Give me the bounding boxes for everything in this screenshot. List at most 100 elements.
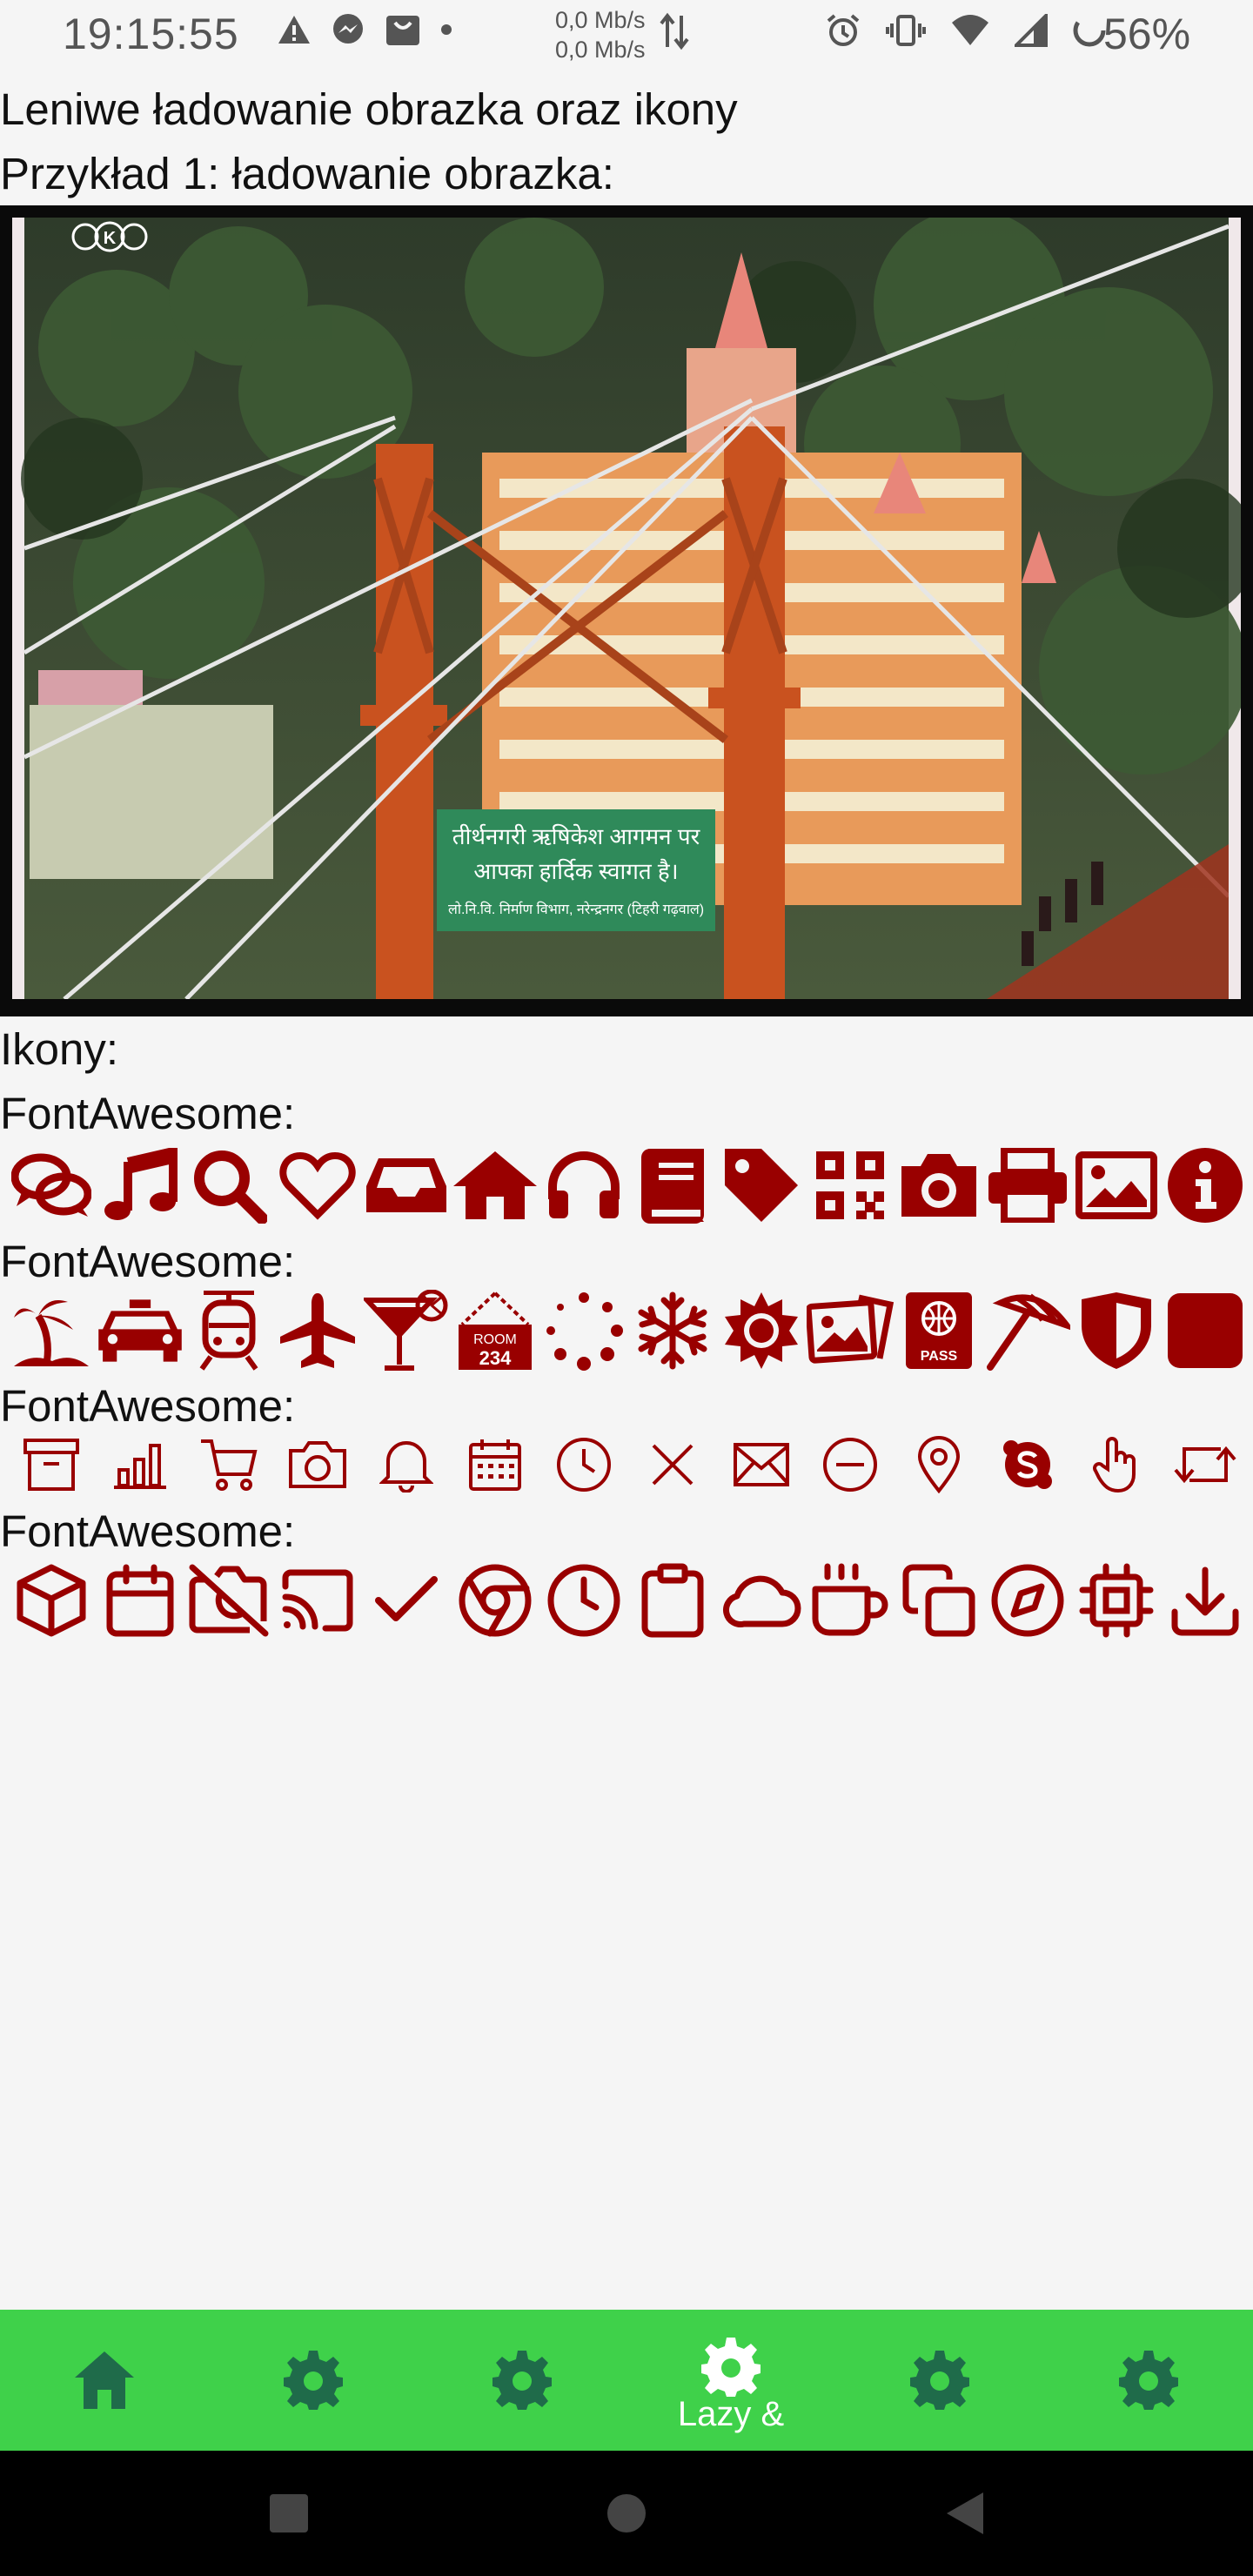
bar-chart-icon [96,1440,184,1489]
back-button[interactable] [943,2491,985,2536]
print-icon [983,1148,1072,1223]
cpu-icon [1072,1563,1161,1638]
wifi-icon [952,15,988,45]
section-label-2: FontAwesome: [0,1237,296,1286]
cube-icon [7,1564,96,1637]
retweet-icon [1161,1440,1250,1489]
messenger-icon [333,14,363,44]
gear-icon [284,2351,343,2410]
home-button[interactable] [606,2492,647,2534]
net-down: 0,0 Mb/s [555,37,646,63]
calendar-outline-icon [96,1564,184,1637]
cart-icon [184,1438,273,1492]
icon-row-2: ROOM 234 PASS [7,1290,1250,1372]
bell-icon [362,1437,451,1493]
shop-icon [386,16,419,45]
cast-icon [273,1569,362,1632]
net-up: 0,0 Mb/s [555,7,646,33]
page-title: Leniwe ładowanie obrazka oraz ikony [0,84,738,134]
icons-heading: Ikony: [0,1024,119,1074]
map-pin-icon [895,1436,983,1493]
compass-icon [983,1564,1072,1637]
nav-item-settings-4[interactable] [1044,2310,1253,2451]
nav-item-lazy[interactable]: Lazy & [626,2310,835,2451]
copy-icon [895,1564,983,1637]
gear-icon [910,2351,969,2410]
vibrate-icon [886,15,926,46]
dot-icon [441,24,452,35]
nav-item-settings-3[interactable] [835,2310,1044,2451]
spinner-dots-icon [539,1291,628,1371]
sign-line-1: तीर्थनगरी ऋषिकेश आगमन पर [452,823,701,849]
icon-row-4 [7,1563,1250,1638]
square-icon [1161,1291,1250,1370]
section-label-1: FontAwesome: [0,1089,296,1138]
warning-icon [278,16,310,44]
nav-item-home[interactable] [0,2310,209,2451]
shield-icon [1072,1291,1161,1371]
gear-icon [701,2338,761,2397]
search-icon [184,1147,273,1224]
system-navigation-bar [0,2451,1253,2576]
sign-line-3: लो.नि.वि. निर्माण विभाग, नरेन्द्रनगर (टि… [448,901,704,917]
signal-icon [1015,14,1048,47]
tag-icon [717,1145,806,1225]
gear-icon [1119,2351,1178,2410]
skype-icon [983,1439,1072,1490]
camera-icon [895,1150,983,1220]
camera-outline-icon [273,1440,362,1489]
gear-icon [492,2351,552,2410]
room-sign-label: ROOM [473,1332,517,1347]
battery-percent: 56% [1103,10,1191,58]
passport-label: PASS [921,1349,958,1364]
comments-icon [7,1150,96,1220]
sign-line-2: आपका हार्दिक स्वागत है। [473,858,678,884]
taxi-icon [96,1291,184,1371]
example1-label: Przykład 1: ładowanie obrazka: [0,149,614,198]
book-icon [628,1147,717,1224]
cloud-icon [717,1572,806,1629]
passport-icon: PASS [895,1291,983,1371]
envelope-icon [717,1442,806,1487]
snowflake-icon [628,1291,717,1370]
image-icon [1072,1151,1161,1219]
monorail-icon [184,1291,273,1371]
network-speed: 0,0 Mb/s 0,0 Mb/s [555,5,646,64]
icon-row-3 [7,1436,1250,1493]
room-sign-icon: ROOM 234 [451,1290,539,1372]
nav-item-settings-2[interactable] [418,2310,626,2451]
section-label-3: FontAwesome: [0,1381,296,1431]
recents-button[interactable] [268,2492,310,2534]
nav-item-settings-1[interactable] [209,2310,418,2451]
nav-label-lazy: Lazy & [677,2395,785,2433]
bottom-navigation: Lazy & [0,2310,1253,2451]
close-icon [628,1442,717,1487]
calendar-icon [451,1438,539,1492]
island-icon [7,1291,96,1370]
section-label-4: FontAwesome: [0,1506,296,1556]
chrome-icon [451,1564,539,1637]
data-arrows-icon [660,12,689,50]
archive-icon [7,1438,96,1492]
camera-off-icon [184,1564,273,1637]
clipboard-icon [628,1563,717,1638]
alarm-icon [827,14,860,46]
plane-icon [273,1291,362,1370]
images-icon [806,1292,895,1369]
icon-row-1 [7,1145,1250,1225]
clock-outline-icon [539,1564,628,1637]
watermark-text: K [104,229,117,248]
qrcode-icon [806,1150,895,1221]
cocktail-icon [362,1290,451,1372]
inbox-icon [362,1155,451,1216]
music-icon [96,1148,184,1223]
lazy-image-frame: तीर्थनगरी ऋषिकेश आगमन पर आपका हार्दिक स्… [0,205,1253,1016]
room-sign-number: 234 [479,1347,512,1369]
heart-icon [273,1150,362,1220]
check-icon [362,1574,451,1627]
lazy-loaded-image: तीर्थनगरी ऋषिकेश आगमन पर आपका हार्दिक स्… [12,218,1241,999]
battery-icon [1073,14,1106,47]
info-circle-icon [1161,1146,1250,1224]
sun-icon [717,1291,806,1371]
minus-circle-icon [806,1437,895,1493]
